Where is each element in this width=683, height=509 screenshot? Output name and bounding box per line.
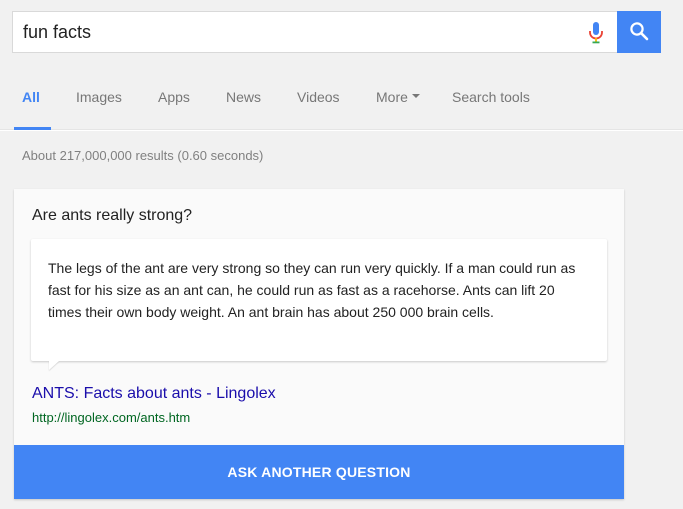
tab-apps[interactable]: Apps	[158, 66, 190, 130]
search-tabs: All Images Apps News Videos More Search …	[0, 66, 683, 130]
source-link[interactable]: ANTS: Facts about ants - Lingolex	[32, 385, 276, 403]
answer-bubble: The legs of the ant are very strong so t…	[31, 239, 607, 370]
answer-question: Are ants really strong?	[32, 207, 193, 224]
result-stats: About 217,000,000 results (0.60 seconds)	[22, 148, 264, 163]
search-box	[12, 11, 617, 53]
tab-search-tools[interactable]: Search tools	[452, 66, 530, 130]
caret-down-icon	[411, 94, 420, 99]
source-url: http://lingolex.com/ants.htm	[32, 410, 191, 425]
results-area: About 217,000,000 results (0.60 seconds)…	[0, 131, 683, 509]
microphone-icon[interactable]	[587, 21, 605, 45]
search-icon	[629, 21, 649, 44]
tab-videos[interactable]: Videos	[297, 66, 340, 130]
search-button[interactable]	[617, 11, 661, 53]
tab-more[interactable]: More	[376, 66, 420, 130]
tab-all[interactable]: All	[22, 66, 40, 130]
tab-news[interactable]: News	[226, 66, 261, 130]
tab-images[interactable]: Images	[76, 66, 122, 130]
tab-more-label: More	[376, 89, 408, 105]
search-header	[0, 0, 683, 66]
active-tab-indicator	[14, 127, 51, 130]
ask-another-question-button[interactable]: ASK ANOTHER QUESTION	[14, 445, 624, 499]
bubble-tail	[49, 361, 59, 370]
answer-card: Are ants really strong? The legs of the …	[14, 189, 624, 499]
answer-text: The legs of the ant are very strong so t…	[48, 260, 576, 320]
search-input[interactable]	[23, 12, 563, 52]
